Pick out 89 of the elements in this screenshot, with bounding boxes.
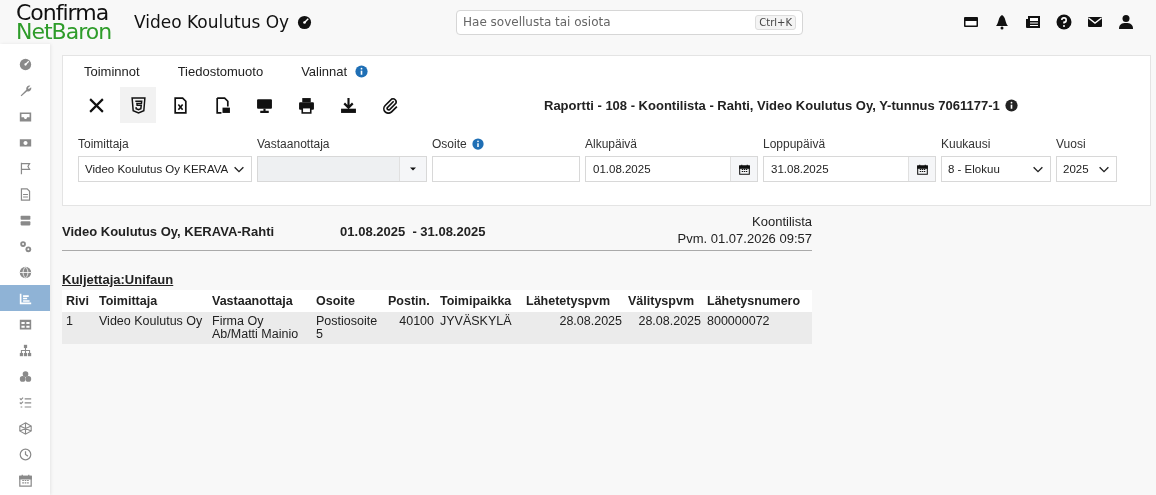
search-field[interactable]: Hae sovellusta tai osiota Ctrl+K [456,9,803,35]
gears-icon [18,239,32,253]
cube-icon [18,421,32,435]
checklist-icon [18,395,32,409]
globe-icon [18,265,32,279]
carrier-heading: Kuljettaja:Unifaun [62,272,174,287]
date-field[interactable]: 31.08.2025 [763,156,936,182]
gauge-icon [18,57,32,71]
menu-item[interactable]: Valinnat [301,64,348,79]
table-cell: 40100 [384,312,436,344]
column-header: Toimittaja [95,290,208,312]
table-cell: 28.08.2025 [624,312,703,344]
column-header: Rivi [62,290,95,312]
newspaper-button[interactable] [1025,14,1041,30]
wrench-icon [18,83,32,97]
column-header: Vastaanottaja [208,290,312,312]
table-cell: 1 [62,312,95,344]
calendar-icon [916,163,928,175]
info-icon [1004,98,1018,112]
table-cell: Video Koulutus Oy [95,312,208,344]
field-label: Osoite [432,137,467,151]
print-date: Pvm. 01.07.2026 09:57 [677,230,812,247]
paperclip-icon [381,96,399,114]
table-icon [18,317,32,331]
logo-text: NetBaron [16,22,113,41]
select-field[interactable]: Video Koulutus Oy KERAVA [78,156,252,182]
close-icon [87,96,105,114]
report-period: 01.08.2025 - 31.08.2025 [340,223,486,239]
field-label: Kuukausi [941,137,991,151]
mail-icon [1087,14,1103,30]
column-header: Osoite [312,290,384,312]
menu-item[interactable]: Tiedostomuoto [177,64,264,79]
help-icon [1056,14,1072,30]
table-cell: Postiosoite 5 [312,312,384,344]
mail-button[interactable] [1087,14,1103,30]
field-label: Vastaanottaja [257,137,330,151]
table-cell: 28.08.2025 [522,312,624,344]
column-header: Välityspvm [624,290,703,312]
flag-icon [18,161,32,175]
shortcut-hint: Ctrl+K [755,14,796,30]
sitemap-icon [18,343,32,357]
pdf-file-icon [213,96,231,114]
server-icon [18,213,32,227]
date-field[interactable]: 01.08.2025 [585,156,758,182]
document-icon [18,187,32,201]
field-label: Toimittaja [78,137,129,151]
html5-icon [129,96,147,114]
column-header: Toimipaikka [436,290,522,312]
monitor-icon [255,96,273,114]
download-icon [339,96,357,114]
info-icon [355,65,369,78]
report-title: Raportti - 108 - Koontilista - Rahti, Video Koulutus Oy, Y-tunnus 7061177-1 [544,97,1000,113]
select-field[interactable]: 8 - Elokuu [941,156,1051,182]
bell-button[interactable] [994,14,1010,30]
user-button[interactable] [1118,14,1134,30]
cubes-icon [18,369,32,383]
sidebar-item[interactable] [0,285,50,311]
field-label: Vuosi [1056,137,1086,151]
field-label: Loppupäivä [763,137,826,151]
logo-text: Confirma [16,3,109,22]
menu-item[interactable]: Toiminnot [84,64,140,79]
field-label: Alkupäivä [585,137,638,151]
user-icon [1118,14,1134,30]
clock-icon [18,447,32,461]
card-icon [963,14,979,30]
help-button[interactable] [1056,14,1072,30]
info-icon [471,138,484,150]
inbox-icon [18,109,32,123]
table-cell: 800000072 [703,312,812,344]
report-company: Video Koulutus Oy, KERAVA-Rahti [62,223,275,239]
chart-icon [18,291,32,305]
select-field[interactable]: 2025 [1056,156,1117,182]
html-button[interactable] [120,87,156,123]
newspaper-icon [1025,14,1041,30]
text-field[interactable] [432,156,580,182]
report-name: Koontilista [752,213,812,230]
card-button[interactable] [963,14,979,30]
calendar-icon [738,163,750,175]
bell-icon [994,14,1010,30]
gauge-icon [297,14,313,30]
column-header: Lähetysnumero [703,290,812,312]
column-header: Lähetetyspvm [522,290,624,312]
calendar-icon [18,473,32,487]
printer-icon [297,96,315,114]
column-header: Postin. [384,290,436,312]
excel-file-icon [171,96,189,114]
company-name: Video Koulutus Oy [134,12,290,32]
table-cell: JYVÄSKYLÄ [436,312,522,344]
table-cell: Firma Oy Ab/Matti Mainio [208,312,312,344]
